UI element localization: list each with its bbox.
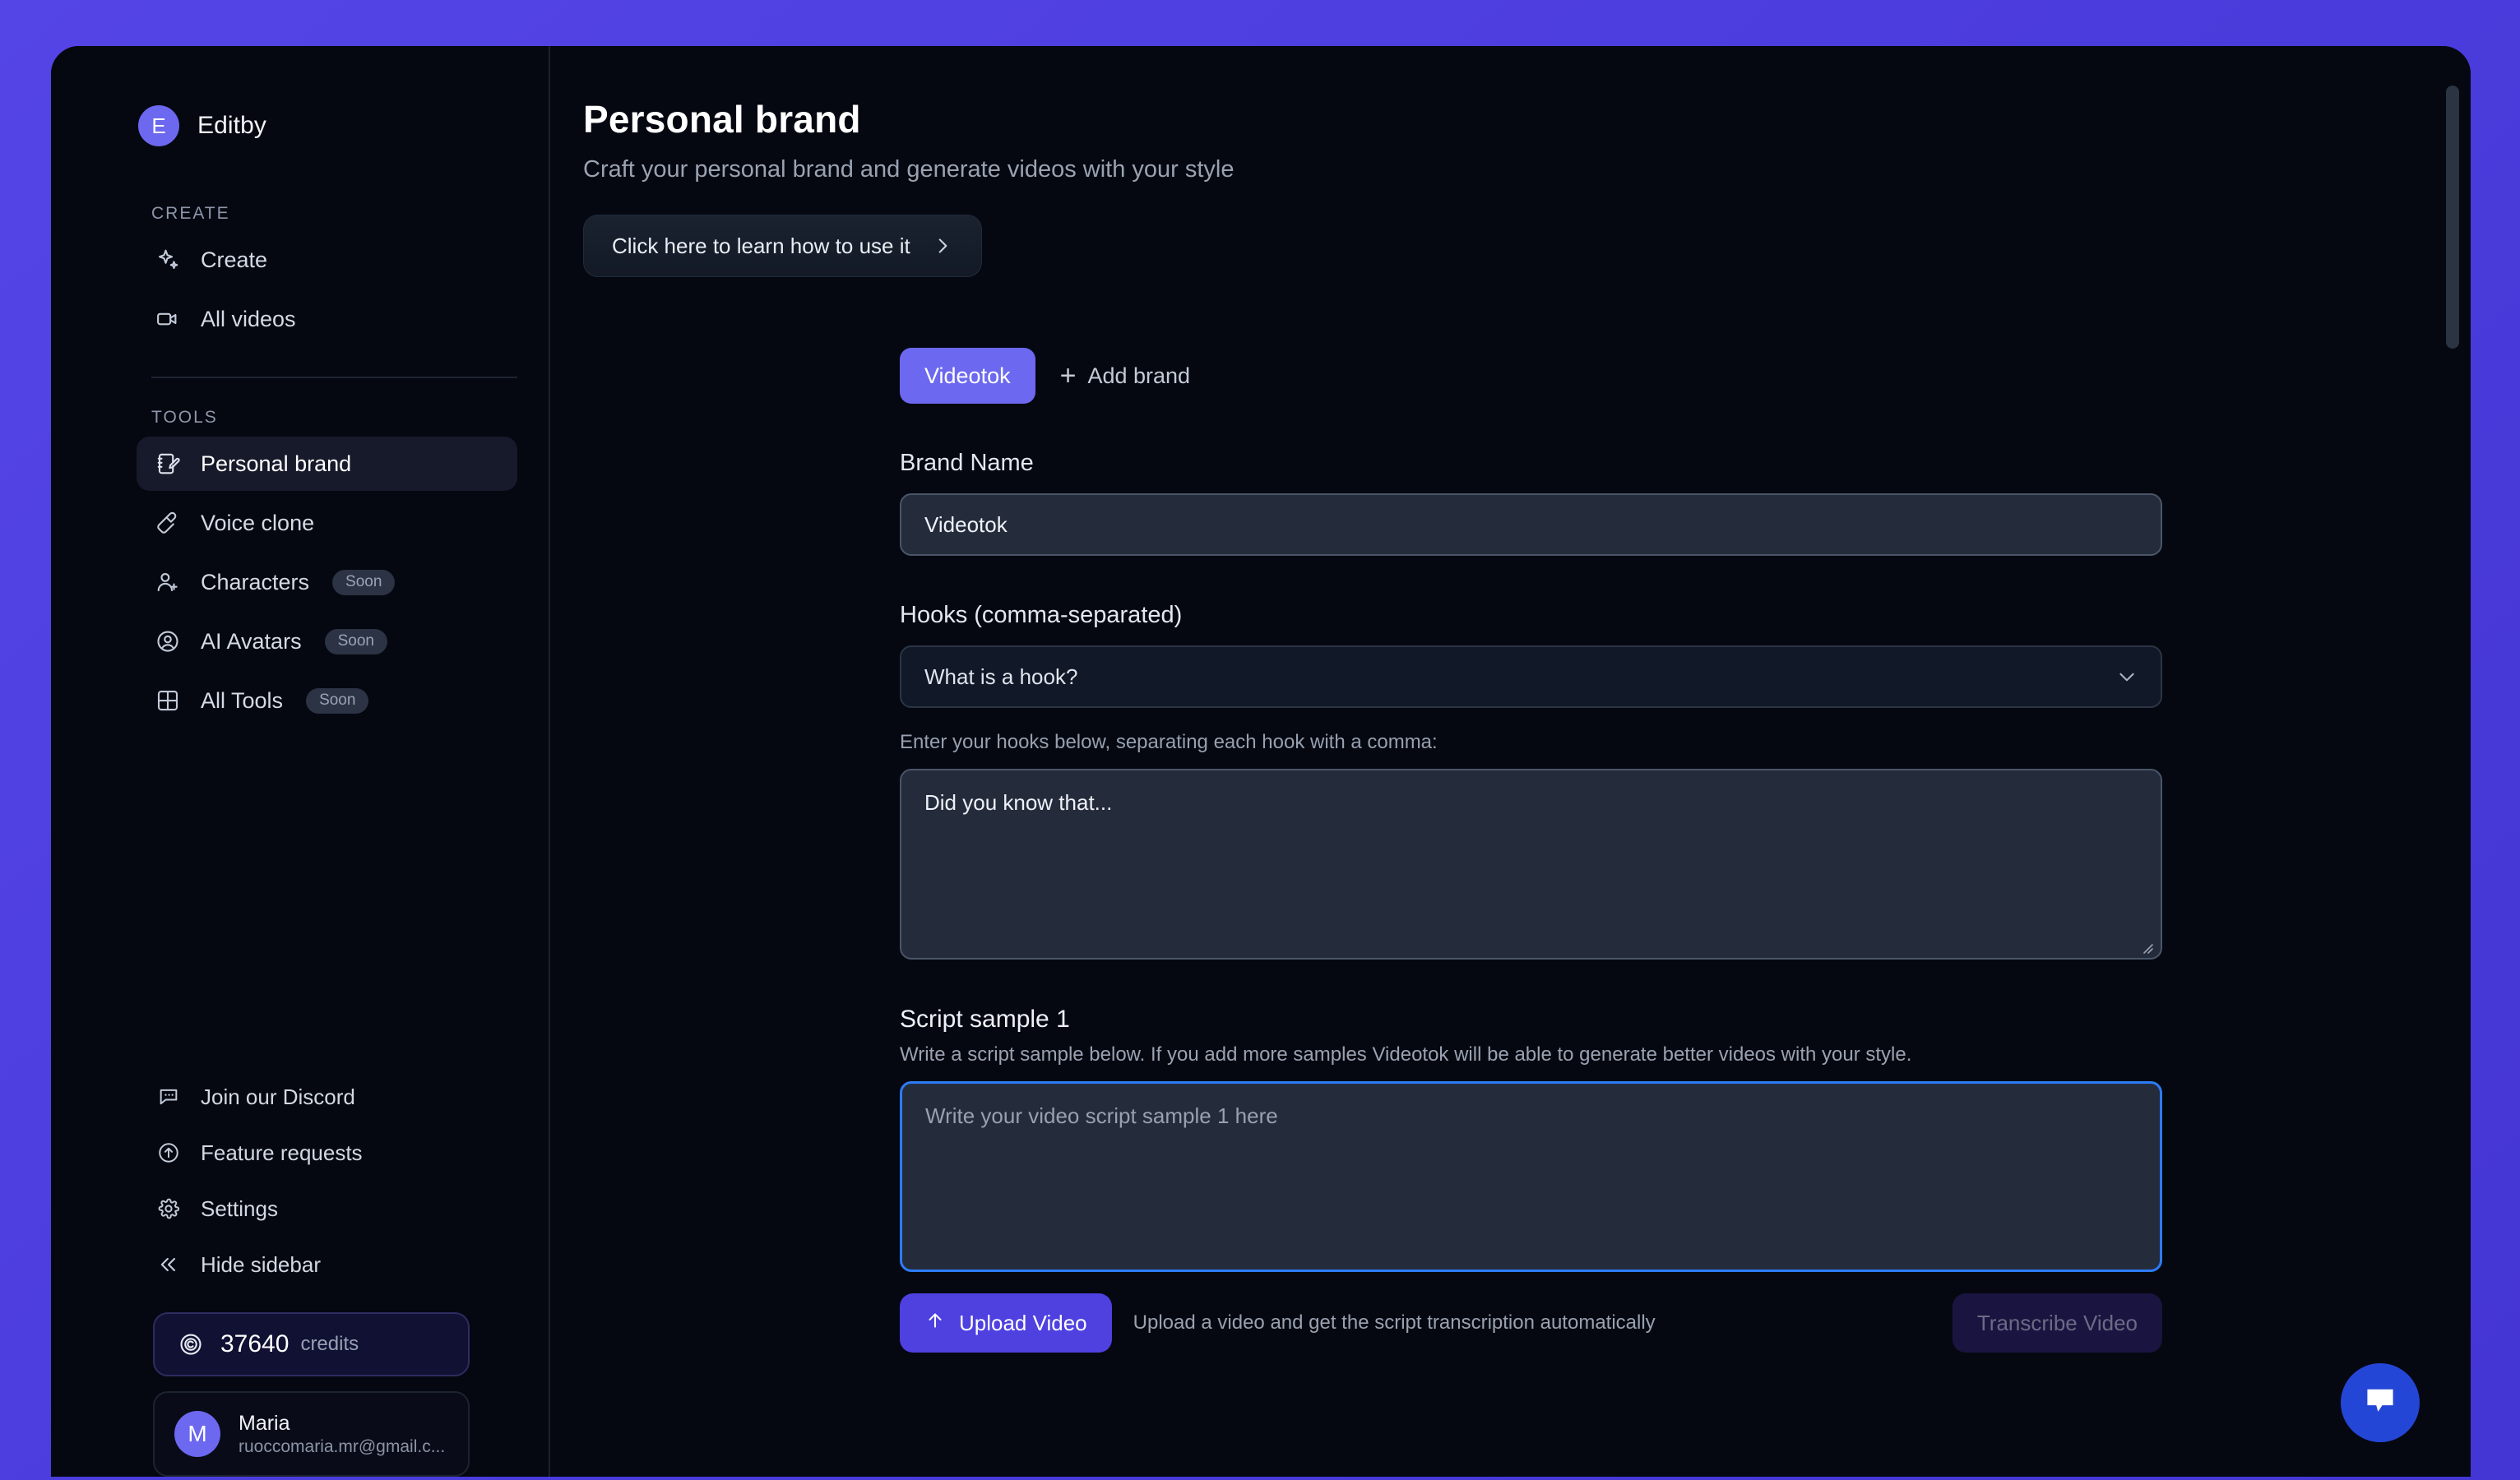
sidebar-item-ai-avatars[interactable]: AI Avatars Soon [137, 614, 517, 668]
chat-bubble-icon [156, 1085, 181, 1109]
main-inner: Personal brand Craft your personal brand… [550, 46, 2471, 1353]
hooks-field: Hooks (comma-separated) What is a hook? … [900, 602, 2162, 960]
sidebar-item-label: Settings [201, 1196, 278, 1221]
sidebar: E Editby CREATE Create All videos TOOLS … [51, 46, 550, 1477]
sidebar-item-label: All Tools [201, 687, 284, 713]
hooks-textarea[interactable]: Did you know that... [900, 769, 2162, 960]
hooks-help-text: Enter your hooks below, separating each … [900, 731, 1438, 753]
script-sample-title: Script sample 1 [900, 1006, 1070, 1033]
sidebar-item-label: All videos [201, 306, 296, 331]
user-name: Maria [239, 1411, 290, 1435]
notebook-pen-icon [155, 451, 181, 477]
script-sample-textarea[interactable]: Write your video script sample 1 here [900, 1081, 2162, 1272]
sidebar-item-all-videos[interactable]: All videos [137, 292, 517, 346]
avatar: M [174, 1411, 220, 1457]
learn-how-to-use-label: Click here to learn how to use it [612, 233, 910, 258]
main-content: Personal brand Craft your personal brand… [550, 46, 2471, 1477]
nav-tools: Personal brand Voice clone Characters So… [51, 434, 549, 730]
credit-coin-icon [178, 1331, 204, 1357]
gear-icon [156, 1196, 181, 1221]
sidebar-item-label: Create [201, 247, 268, 272]
brand-form: Videotok + Add brand Brand Name Videotok… [583, 348, 2162, 1353]
resize-handle[interactable] [2138, 936, 2155, 954]
sidebar-item-label: Characters [201, 569, 310, 594]
brand-name-field: Brand Name Videotok [900, 450, 2162, 556]
credits-amount: 37640 [220, 1330, 290, 1357]
transcribe-video-button[interactable]: Transcribe Video [1952, 1293, 2162, 1353]
chat-support-button[interactable] [2341, 1363, 2420, 1442]
chevron-down-icon [2116, 666, 2138, 687]
chat-bubble-icon [2362, 1383, 2398, 1423]
status-badge-soon: Soon [324, 628, 387, 654]
section-label-create: CREATE [151, 204, 230, 223]
sidebar-item-label: Personal brand [201, 451, 352, 476]
sidebar-item-characters[interactable]: Characters Soon [137, 555, 517, 609]
scrollbar-thumb[interactable] [2446, 86, 2459, 349]
user-account-card[interactable]: M Maria ruoccomaria.mr@gmail.c... [153, 1391, 470, 1477]
what-is-a-hook-accordion[interactable]: What is a hook? [900, 645, 2162, 708]
sidebar-item-voice-clone[interactable]: Voice clone [137, 496, 517, 550]
hooks-textarea-value: Did you know that... [924, 790, 1113, 815]
upload-video-button[interactable]: Upload Video [900, 1293, 1112, 1353]
sidebar-item-hide-sidebar[interactable]: Hide sidebar [141, 1238, 517, 1291]
sidebar-item-label: Feature requests [201, 1140, 363, 1165]
user-email: ruoccomaria.mr@gmail.c... [239, 1436, 446, 1456]
nav-create: Create All videos [51, 230, 549, 349]
workspace-brand[interactable]: E Editby [51, 94, 549, 158]
sidebar-item-join-discord[interactable]: Join our Discord [141, 1071, 517, 1123]
hooks-label: Hooks (comma-separated) [900, 602, 1183, 628]
sidebar-item-label: Join our Discord [201, 1084, 355, 1109]
page-title: Personal brand [583, 98, 861, 141]
sidebar-item-label: AI Avatars [201, 628, 302, 654]
workspace-avatar: E [138, 105, 179, 146]
grid-icon [155, 687, 181, 714]
sidebar-item-label: Voice clone [201, 510, 315, 535]
credits-card[interactable]: 37640 credits [153, 1312, 470, 1376]
user-circle-icon [155, 628, 181, 654]
video-camera-icon [155, 306, 181, 332]
plus-icon: + [1059, 360, 1077, 391]
chevron-right-icon [932, 235, 953, 257]
brand-name-label: Brand Name [900, 450, 1034, 476]
sidebar-item-settings[interactable]: Settings [141, 1182, 517, 1235]
sidebar-item-label: Hide sidebar [201, 1251, 321, 1277]
sidebar-item-all-tools[interactable]: All Tools Soon [137, 673, 517, 728]
status-badge-soon: Soon [332, 569, 396, 595]
app-window: E Editby CREATE Create All videos TOOLS … [51, 46, 2471, 1477]
brand-tabs: Videotok + Add brand [900, 348, 2162, 404]
section-label-tools: TOOLS [151, 408, 218, 427]
what-is-a-hook-label: What is a hook? [924, 664, 1078, 689]
learn-how-to-use-button[interactable]: Click here to learn how to use it [583, 215, 982, 277]
upload-icon [924, 1310, 946, 1337]
workspace-name: Editby [197, 112, 266, 139]
user-meta: Maria ruoccomaria.mr@gmail.c... [239, 1412, 445, 1457]
sidebar-footer-nav: Join our Discord Feature requests Settin… [51, 1069, 549, 1293]
user-plus-icon [155, 569, 181, 595]
status-badge-soon: Soon [306, 687, 369, 714]
microphone-icon [155, 510, 181, 536]
upload-video-label: Upload Video [959, 1310, 1087, 1335]
chevrons-left-icon [156, 1252, 181, 1277]
sparkles-icon [155, 247, 181, 273]
sidebar-divider [151, 377, 517, 378]
upload-row: Upload Video Upload a video and get the … [900, 1293, 2162, 1353]
credits-label: credits [300, 1333, 359, 1355]
add-brand-label: Add brand [1087, 363, 1191, 388]
brand-name-input[interactable]: Videotok [900, 493, 2162, 556]
upload-note: Upload a video and get the script transc… [1133, 1311, 1656, 1334]
sidebar-item-personal-brand[interactable]: Personal brand [137, 437, 517, 491]
sidebar-item-create[interactable]: Create [137, 233, 517, 287]
script-sample-description: Write a script sample below. If you add … [900, 1043, 1912, 1066]
script-sample-field: Script sample 1 Write a script sample be… [900, 1006, 2162, 1353]
sidebar-item-feature-requests[interactable]: Feature requests [141, 1126, 517, 1179]
tab-videotok[interactable]: Videotok [900, 348, 1035, 404]
add-brand-button[interactable]: + Add brand [1060, 362, 1190, 390]
page-subtitle: Craft your personal brand and generate v… [583, 156, 1235, 183]
arrow-up-circle-icon [156, 1140, 181, 1165]
script-sample-placeholder: Write your video script sample 1 here [925, 1103, 1278, 1128]
